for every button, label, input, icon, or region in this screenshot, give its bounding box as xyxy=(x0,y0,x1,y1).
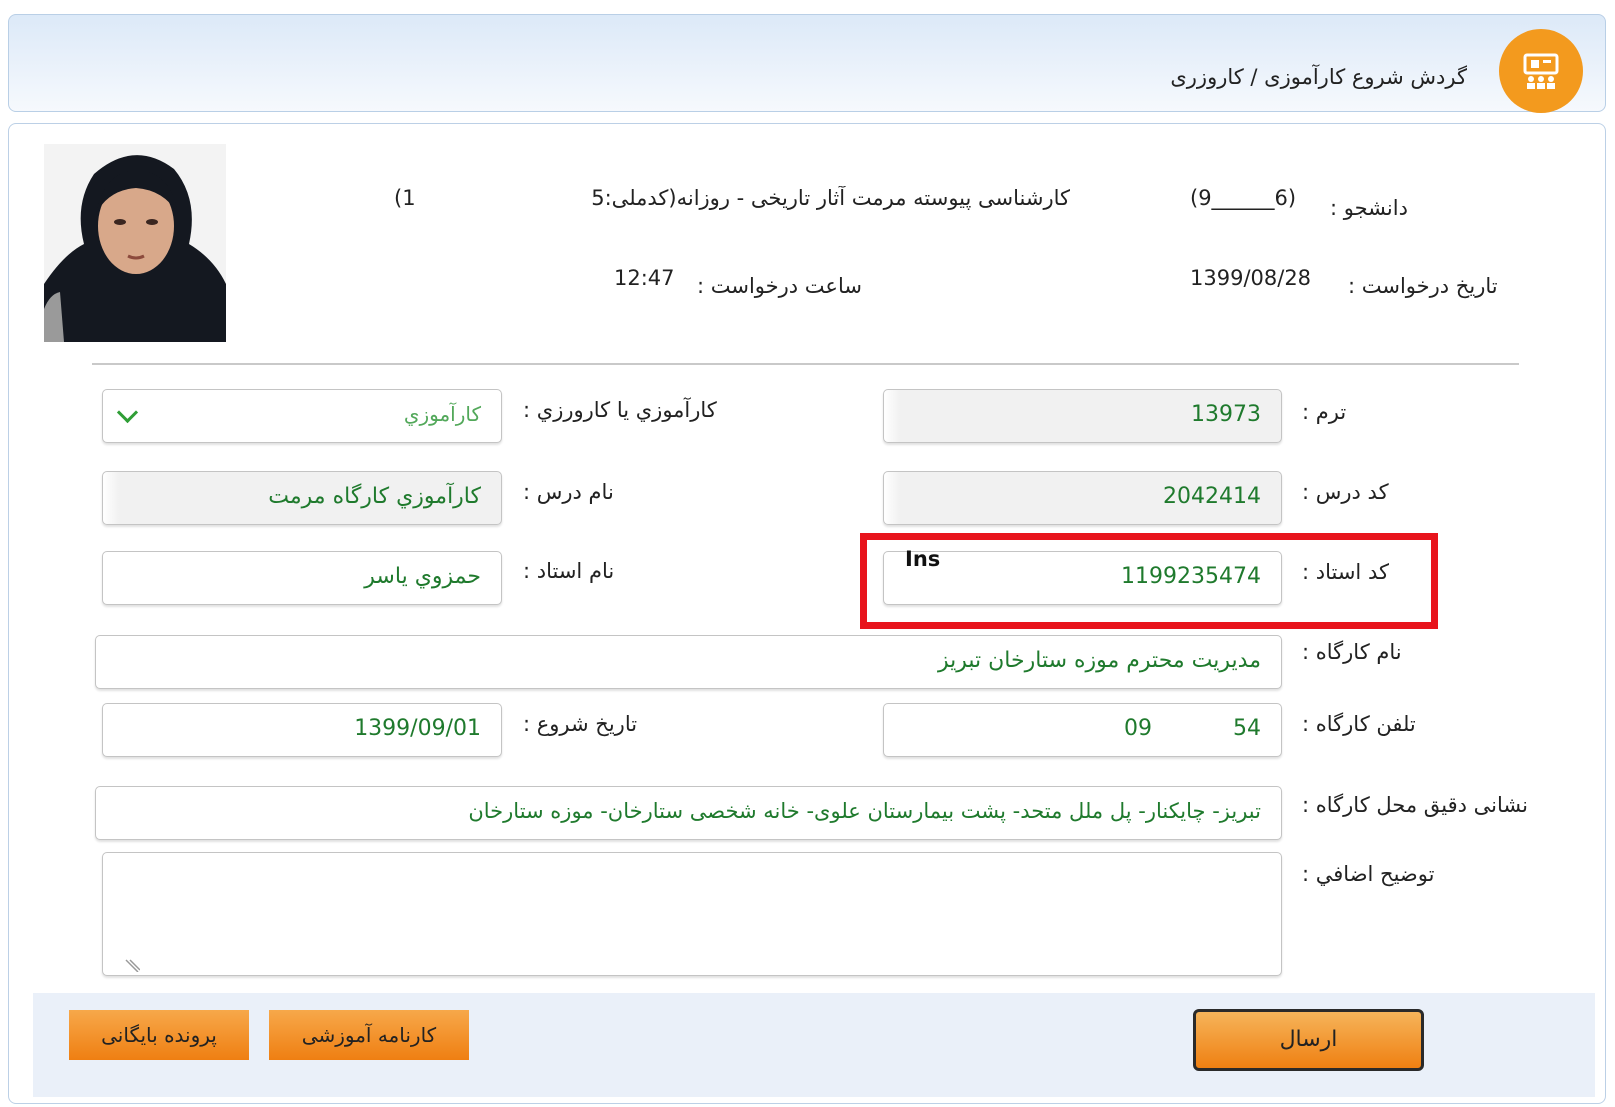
page-title: گردش شروع کارآموزی / کاروزری xyxy=(1170,65,1467,89)
term-label: ترم : xyxy=(1302,400,1347,424)
request-time-value: 12:47 xyxy=(614,266,675,290)
workshop-phone-label: تلفن کارگاه : xyxy=(1302,712,1416,736)
student-label: دانشجو : xyxy=(1330,196,1408,220)
start-date-label: تاریخ شروع : xyxy=(523,712,638,736)
internship-type-select[interactable]: کارآموزي xyxy=(102,389,502,443)
start-date-field[interactable]: 1399/09/01 xyxy=(102,703,502,757)
page-header: گردش شروع کارآموزی / کاروزری xyxy=(8,14,1606,113)
phone-start: 09 xyxy=(1124,716,1152,741)
request-date-value: 1399/08/28 xyxy=(1190,266,1312,290)
notes-label: توضیح اضافي : xyxy=(1302,862,1435,886)
term-field[interactable]: 13973 xyxy=(883,389,1282,443)
presentation-board-icon xyxy=(1499,29,1583,113)
student-id: (9______6) xyxy=(1190,186,1297,210)
internship-type-label: کارآموزي يا کارورزي : xyxy=(523,398,717,422)
instructor-name-label: نام استاد : xyxy=(523,559,615,583)
course-code-field[interactable]: 2042414 xyxy=(883,471,1282,525)
notes-textarea[interactable] xyxy=(102,852,1282,976)
request-date-label: تاریخ درخواست : xyxy=(1348,274,1498,298)
address-label: نشانی دقیق محل کارگاه : xyxy=(1302,793,1528,817)
transcript-button[interactable]: کارنامه آموزشی xyxy=(269,1010,469,1060)
highlight-box xyxy=(860,533,1438,629)
student-code-tail: (1 xyxy=(394,186,416,210)
workshop-phone-field[interactable]: 09 54 xyxy=(883,703,1282,757)
course-name-field[interactable]: کارآموزي کارگاه مرمت xyxy=(102,471,502,525)
redaction-mask xyxy=(406,180,526,216)
student-program: کارشناسی پیوسته مرمت آثار تاریخی - روزان… xyxy=(591,186,1070,210)
resize-handle-icon[interactable] xyxy=(124,956,140,972)
send-button[interactable]: ارسال xyxy=(1193,1009,1424,1071)
course-name-label: نام درس : xyxy=(523,480,614,504)
student-photo xyxy=(44,144,226,342)
phone-end: 54 xyxy=(1233,716,1261,741)
request-time-label: ساعت درخواست : xyxy=(697,274,862,298)
archive-button[interactable]: پرونده بایگانی xyxy=(69,1010,249,1060)
section-divider xyxy=(92,363,1519,365)
workshop-name-label: نام کارگاه : xyxy=(1302,640,1402,664)
workshop-name-field[interactable]: مدیریت محترم موزه ستارخان تبریز xyxy=(95,635,1282,689)
instructor-name-field[interactable]: حمزوي ياسر xyxy=(102,551,502,605)
address-field[interactable]: تبریز- چایکنار- پل ملل متحد- پشت بیمارست… xyxy=(95,786,1282,840)
course-code-label: کد درس : xyxy=(1302,480,1389,504)
